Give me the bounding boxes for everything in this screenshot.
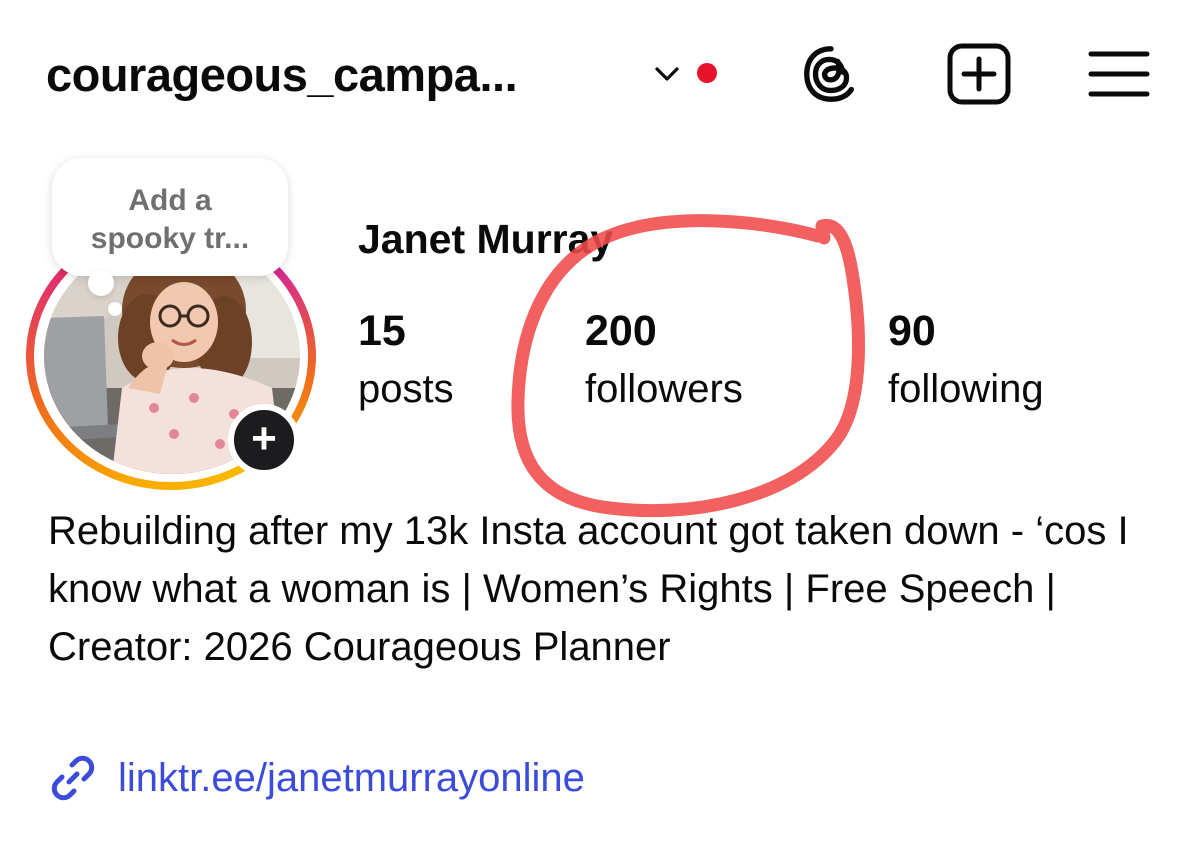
note-bubble[interactable]: Add a spooky tr... [52, 158, 288, 276]
following-count: 90 [888, 307, 936, 355]
bio-link-text: linktr.ee/janetmurrayonline [118, 756, 585, 800]
posts-stat[interactable]: 15 posts [358, 304, 454, 420]
profile-bio: Rebuilding after my 13k Insta account go… [48, 509, 1129, 669]
hamburger-menu-icon[interactable] [1088, 48, 1150, 100]
followers-stat[interactable]: 200 followers [585, 304, 743, 420]
add-story-button[interactable]: + [228, 404, 300, 476]
posts-label: posts [358, 367, 454, 411]
followers-label: followers [585, 367, 743, 411]
link-icon [51, 755, 95, 801]
chevron-down-icon[interactable] [651, 60, 683, 88]
posts-count: 15 [358, 307, 406, 355]
note-line-1: Add a [128, 184, 212, 217]
threads-icon[interactable] [800, 42, 862, 106]
notification-dot[interactable] [697, 63, 717, 83]
bio-link[interactable]: linktr.ee/janetmurrayonline [48, 748, 585, 808]
following-stat[interactable]: 90 following [888, 304, 1044, 420]
following-label: following [888, 367, 1044, 411]
instagram-profile-screen: courageous_campa... + Add a spooky tr...… [0, 0, 1200, 860]
profile-display-name: Janet Murray [358, 216, 614, 262]
create-post-icon[interactable] [946, 42, 1012, 106]
account-username-switcher[interactable]: courageous_campa... [46, 46, 518, 104]
followers-count: 200 [585, 307, 657, 355]
note-bubble-tail [88, 270, 114, 296]
note-line-2: spooky tr... [90, 222, 250, 255]
note-bubble-tail-small [108, 302, 122, 316]
